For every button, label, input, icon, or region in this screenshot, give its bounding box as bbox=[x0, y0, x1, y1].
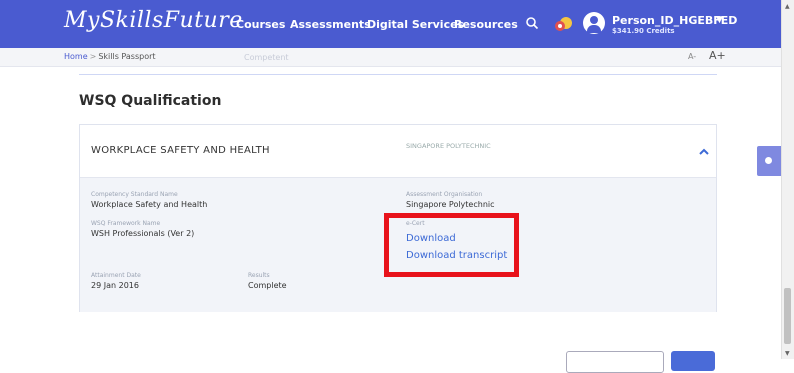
qualification-card-header[interactable]: WORKPLACE SAFETY AND HEALTH SINGAPORE PO… bbox=[80, 125, 716, 177]
attainment-date-value: 29 Jan 2016 bbox=[91, 281, 139, 290]
competency-value: Workplace Safety and Health bbox=[91, 200, 208, 209]
increase-font-button[interactable]: A+ bbox=[709, 49, 726, 62]
qualification-organisation: SINGAPORE POLYTECHNIC bbox=[406, 142, 491, 150]
framework-value: WSH Professionals (Ver 2) bbox=[91, 229, 195, 238]
qualification-title: WORKPLACE SAFETY AND HEALTH bbox=[91, 145, 270, 156]
decrease-font-button[interactable]: A- bbox=[688, 52, 696, 61]
nav-assessments[interactable]: Assessments bbox=[290, 18, 371, 31]
breadcrumb: Home > Skills Passport bbox=[64, 52, 156, 61]
nav-digital-services[interactable]: Digital Services bbox=[367, 18, 464, 31]
search-icon[interactable] bbox=[525, 15, 539, 34]
competency-label: Competency Standard Name bbox=[91, 191, 178, 198]
breadcrumb-separator: > bbox=[89, 52, 97, 61]
top-nav-bar: MySkillsFuture Courses Assessments Digit… bbox=[0, 0, 781, 48]
assessment-org-label: Assessment Organisation bbox=[406, 191, 483, 198]
nav-resources[interactable]: Resources bbox=[454, 18, 518, 31]
attainment-date-label: Attainment Date bbox=[91, 272, 141, 279]
myskillsfuture-logo[interactable]: MySkillsFuture bbox=[64, 8, 243, 33]
faded-status-text: Competent bbox=[244, 53, 289, 62]
scroll-down-icon[interactable]: ▼ bbox=[785, 350, 790, 357]
framework-label: WSQ Framework Name bbox=[91, 220, 161, 227]
primary-button[interactable] bbox=[671, 351, 715, 371]
section-title: WSQ Qualification bbox=[79, 93, 222, 109]
scrollbar-thumb[interactable] bbox=[784, 288, 791, 344]
user-credits: $341.90 Credits bbox=[612, 27, 675, 35]
highlight-box bbox=[384, 213, 519, 277]
section-divider bbox=[79, 74, 717, 75]
chevron-down-icon[interactable]: ▼ bbox=[716, 15, 723, 25]
chevron-up-icon[interactable] bbox=[698, 142, 710, 161]
scroll-up-icon[interactable]: ▲ bbox=[785, 3, 790, 10]
avatar[interactable] bbox=[583, 12, 605, 34]
secondary-button[interactable] bbox=[566, 351, 664, 373]
notification-bell-icon[interactable] bbox=[553, 15, 575, 37]
side-floating-button[interactable] bbox=[757, 146, 781, 176]
breadcrumb-home[interactable]: Home bbox=[64, 52, 88, 61]
results-value: Complete bbox=[248, 281, 287, 290]
assessment-org-value: Singapore Polytechnic bbox=[406, 200, 495, 209]
results-label: Results bbox=[248, 272, 270, 279]
breadcrumb-current: Skills Passport bbox=[98, 52, 156, 61]
nav-courses[interactable]: Courses bbox=[236, 18, 285, 31]
